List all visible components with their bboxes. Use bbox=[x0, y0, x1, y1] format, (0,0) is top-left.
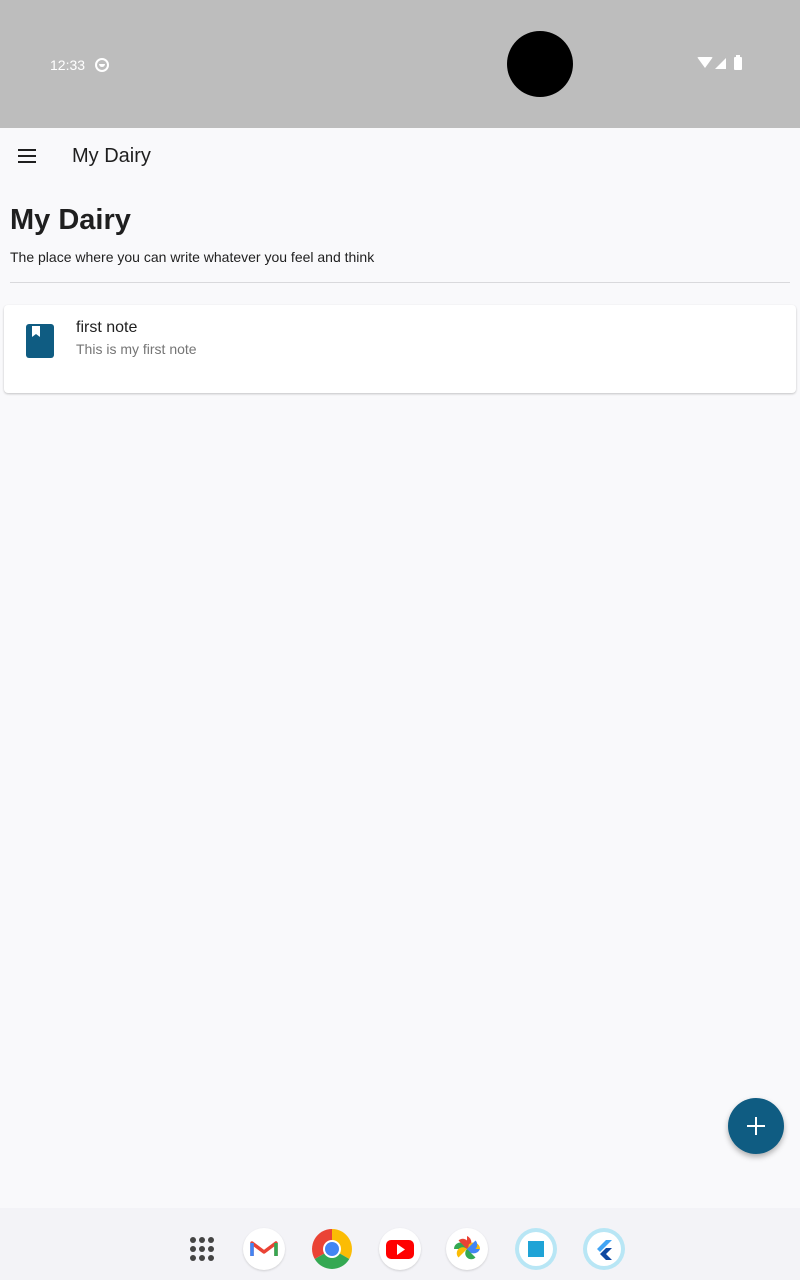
signal-icon bbox=[715, 58, 726, 69]
page-subtitle: The place where you can write whatever y… bbox=[10, 249, 375, 265]
add-note-button[interactable] bbox=[728, 1098, 784, 1154]
book-icon bbox=[26, 324, 54, 358]
note-list-item[interactable]: first note This is my first note bbox=[4, 305, 796, 393]
note-title: first note bbox=[76, 319, 138, 336]
menu-icon[interactable] bbox=[16, 146, 40, 166]
note-description: This is my first note bbox=[76, 341, 197, 357]
flutter-icon[interactable] bbox=[583, 1228, 625, 1270]
battery-icon bbox=[734, 55, 742, 70]
divider bbox=[10, 282, 790, 283]
app-icon[interactable] bbox=[515, 1228, 557, 1270]
gmail-icon[interactable] bbox=[243, 1228, 285, 1270]
app-bar: My Dairy bbox=[0, 128, 800, 184]
photos-icon[interactable] bbox=[446, 1228, 488, 1270]
wifi-icon bbox=[697, 57, 713, 68]
status-time: 12:33 bbox=[50, 57, 86, 73]
app-dock bbox=[0, 1208, 800, 1280]
page-title: My Dairy bbox=[10, 204, 131, 236]
notification-icon bbox=[95, 58, 109, 72]
app-bar-title: My Dairy bbox=[72, 145, 151, 167]
status-icons bbox=[697, 55, 747, 72]
status-bar: 12:33 bbox=[0, 0, 800, 128]
plus-icon bbox=[746, 1116, 766, 1136]
youtube-icon[interactable] bbox=[379, 1228, 421, 1270]
chrome-icon[interactable] bbox=[311, 1228, 353, 1270]
camera-cutout bbox=[507, 31, 573, 97]
app-drawer-icon[interactable] bbox=[181, 1228, 223, 1270]
